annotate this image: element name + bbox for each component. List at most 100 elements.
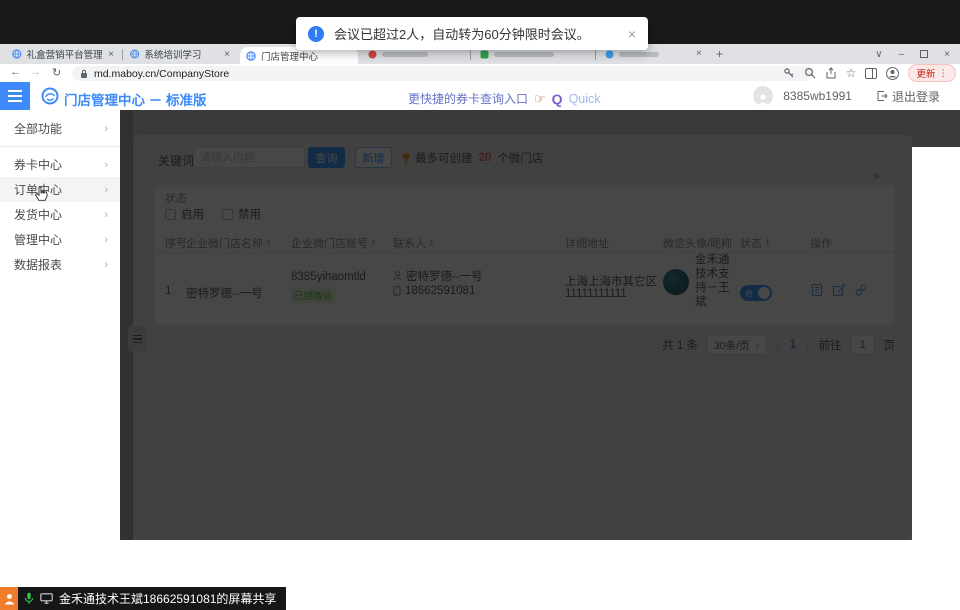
hint-suffix: 个微门店: [497, 150, 543, 166]
globe-favicon: [12, 49, 22, 59]
store-list-card: 状态 启用 禁用 序号 企业微门店名称▲▼ 企业微门店账号▲▼ 联系人▲▼: [155, 185, 895, 325]
address-bar[interactable]: md.maboy.cn/CompanyStore: [72, 66, 812, 81]
obscured-tab-title: [494, 52, 554, 57]
chevron-right-icon: ›: [104, 209, 108, 221]
col-store-name[interactable]: 企业微门店名称▲▼: [186, 235, 271, 251]
maximize-button[interactable]: [920, 50, 928, 58]
zoom-icon[interactable]: [804, 67, 816, 79]
edit-icon[interactable]: [832, 283, 846, 297]
bulb-icon: [401, 152, 411, 165]
tab-title: 门店管理中心: [261, 49, 341, 63]
col-operation: 操作: [810, 235, 832, 251]
sidebar-item-label: 订单中心: [14, 181, 62, 198]
tab-title: 礼盒营销平台管理中心: [27, 47, 104, 61]
meeting-toast: ! 会议已超过2人，自动转为60分钟限时会议。 ×: [296, 17, 648, 50]
logout-button[interactable]: 退出登录: [876, 88, 940, 105]
browser-toolbar: ← → ↻ md.maboy.cn/CompanyStore ☆ 更新 ⋮: [0, 64, 960, 82]
hamburger-menu-button[interactable]: [0, 82, 30, 110]
next-page-button[interactable]: ›: [805, 338, 809, 353]
sidebar-item-all-functions[interactable]: 全部功能 ›: [0, 116, 120, 141]
tab-close-icon[interactable]: ×: [696, 48, 702, 59]
bookmark-star-icon[interactable]: ☆: [846, 67, 857, 79]
toggle-on-label: 启: [745, 288, 753, 299]
sidebar-item-voucher-center[interactable]: 券卡中心 ›: [0, 152, 120, 177]
drawer-handle[interactable]: [128, 326, 147, 352]
key-icon[interactable]: [783, 67, 795, 79]
tab-title: 系统培训学习: [144, 47, 219, 61]
sidebar-item-label: 券卡中心: [14, 156, 62, 173]
sort-icon[interactable]: ▲▼: [429, 239, 434, 247]
toast-close-icon[interactable]: ×: [628, 26, 636, 42]
tab-close-icon[interactable]: ×: [108, 49, 114, 60]
wechat-bound-badge: 已绑微信: [291, 287, 335, 303]
share-icon[interactable]: [825, 67, 837, 79]
checkbox-box[interactable]: [222, 209, 233, 220]
back-icon[interactable]: ←: [10, 66, 21, 78]
tab-separator: [122, 49, 123, 60]
sort-icon[interactable]: ▲▼: [266, 239, 271, 247]
meeting-app-icon[interactable]: [0, 587, 18, 610]
sidebar-item-shipping-center[interactable]: 发货中心 ›: [0, 202, 120, 227]
username-text: 8385wb1991: [783, 89, 852, 103]
pointing-finger-icon: ☞: [534, 91, 546, 107]
quick-entry-link[interactable]: 更快捷的券卡查询入口: [408, 90, 528, 107]
col-account[interactable]: 企业微门店账号▲▼: [291, 235, 376, 251]
refresh-icon[interactable]: ↻: [52, 66, 61, 79]
table-header-row: 序号 企业微门店名称▲▼ 企业微门店账号▲▼ 联系人▲▼ 详细地址 微信头像/昵…: [155, 230, 895, 253]
collapse-right-icon[interactable]: »: [873, 168, 880, 183]
globe-favicon: [130, 49, 139, 59]
checkbox-enabled[interactable]: 启用: [165, 206, 204, 222]
search-q-icon[interactable]: Q: [552, 91, 563, 107]
new-tab-button[interactable]: +: [716, 47, 723, 61]
page-size-select[interactable]: 30条/页 ∨: [707, 335, 767, 355]
add-button[interactable]: 新增: [355, 147, 392, 168]
tab-close-icon[interactable]: ×: [224, 49, 230, 60]
sidebar-item-label: 数据报表: [14, 256, 62, 273]
page-size-value: 30条/页: [714, 338, 750, 353]
app-title: 门店管理中心 － 标准版: [64, 89, 207, 109]
chrome-update-button[interactable]: 更新 ⋮: [908, 64, 956, 82]
detail-doc-icon[interactable]: [810, 283, 824, 297]
current-page[interactable]: 1: [790, 339, 796, 351]
lock-icon: [80, 69, 88, 79]
sort-icon[interactable]: ▲▼: [765, 239, 770, 247]
browser-tab-gift-platform[interactable]: 礼盒营销平台管理中心 ×: [6, 44, 120, 64]
chevron-right-icon: ›: [104, 123, 108, 135]
keyword-label: 关键词: [158, 152, 194, 169]
store-name: 密特罗德--一号: [186, 285, 263, 301]
user-avatar[interactable]: [753, 86, 773, 106]
hint-prefix: 最多可创建: [415, 150, 473, 166]
window-close-button[interactable]: ×: [944, 49, 950, 60]
browser-tab-training[interactable]: 系统培训学习 ×: [124, 44, 236, 64]
goto-page-input[interactable]: [851, 335, 875, 355]
col-status[interactable]: 状态▲▼: [740, 235, 770, 251]
select-caret-icon: ∨: [755, 341, 761, 350]
link-icon[interactable]: [854, 283, 868, 297]
more-icon[interactable]: ⋮: [939, 68, 949, 79]
col-contact[interactable]: 联系人▲▼: [393, 235, 434, 251]
sidebar-item-management-center[interactable]: 管理中心 ›: [0, 227, 120, 252]
app-header: 门店管理中心 － 标准版 更快捷的券卡查询入口 ☞ Q Quick 8385wb…: [0, 82, 960, 110]
person-icon: [393, 271, 402, 281]
side-panel-icon[interactable]: [865, 68, 877, 79]
sidebar-item-label: 发货中心: [14, 206, 62, 223]
search-button[interactable]: 查询: [308, 147, 345, 168]
minimize-button[interactable]: –: [899, 49, 905, 60]
tab-search-icon[interactable]: ∨: [875, 49, 882, 60]
checkbox-disabled[interactable]: 禁用: [222, 206, 261, 222]
store-account: 8385yihaomtld: [291, 271, 366, 283]
quick-label[interactable]: Quick: [569, 92, 601, 106]
status-toggle-on[interactable]: 启: [740, 285, 772, 301]
address-line2: 11111111111: [565, 288, 627, 300]
sidebar-item-data-reports[interactable]: 数据报表 ›: [0, 252, 120, 277]
prev-page-button[interactable]: ‹: [776, 338, 780, 353]
sort-icon[interactable]: ▲▼: [371, 239, 376, 247]
logout-label: 退出登录: [892, 88, 940, 105]
row-operations: [810, 283, 868, 297]
keyword-input[interactable]: [193, 147, 305, 168]
sidebar-item-order-center[interactable]: 订单中心 ›: [0, 177, 120, 202]
checkbox-box[interactable]: [165, 209, 176, 220]
profile-icon[interactable]: [886, 67, 899, 80]
wechat-nickname: 金禾通技术支持－王斌: [695, 253, 737, 309]
pagination-total: 共 1 条: [662, 337, 698, 353]
